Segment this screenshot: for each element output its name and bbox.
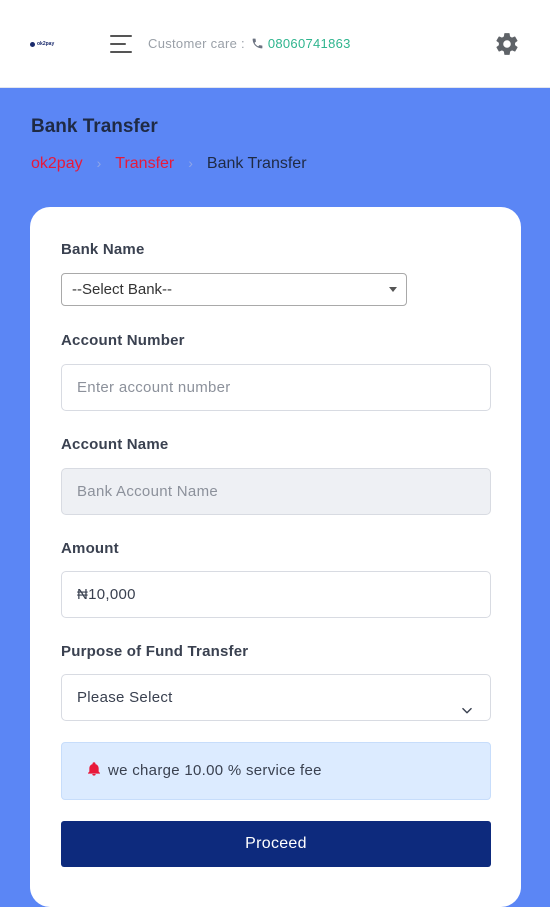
customer-care: Customer care : 08060741863	[148, 36, 351, 53]
breadcrumb-home[interactable]: ok2pay	[31, 155, 83, 172]
bell-icon	[86, 745, 102, 801]
breadcrumb: ok2pay › Transfer › Bank Transfer	[31, 155, 307, 173]
account-number-label: Account Number	[61, 332, 185, 349]
breadcrumb-separator: ›	[96, 155, 102, 171]
customer-care-phone[interactable]: 08060741863	[268, 36, 351, 51]
phone-icon	[251, 37, 264, 53]
account-name-label: Account Name	[61, 436, 169, 453]
logo-text: ok2pay	[37, 41, 55, 47]
hamburger-menu-icon[interactable]	[110, 33, 132, 55]
bank-select-value: --Select Bank--	[72, 281, 173, 298]
purpose-label: Purpose of Fund Transfer	[61, 643, 249, 660]
breadcrumb-current: Bank Transfer	[206, 155, 307, 172]
customer-care-label: Customer care :	[148, 36, 245, 51]
purpose-select[interactable]: Please Select	[61, 674, 491, 721]
bank-select[interactable]: --Select Bank--	[61, 273, 407, 306]
caret-down-icon	[389, 287, 397, 292]
amount-label: Amount	[61, 540, 119, 557]
purpose-select-value: Please Select	[77, 689, 173, 706]
transfer-form-card: Bank Name --Select Bank-- Account Number…	[30, 207, 521, 907]
chevron-down-icon	[460, 691, 474, 736]
account-name-field	[61, 468, 491, 515]
gear-icon[interactable]	[494, 31, 520, 57]
service-fee-notice: we charge 10.00 % service fee	[61, 742, 491, 800]
breadcrumb-transfer[interactable]: Transfer	[115, 155, 174, 172]
amount-input[interactable]	[61, 571, 491, 618]
account-number-input[interactable]	[61, 364, 491, 411]
top-header: ok2pay Customer care : 08060741863	[0, 0, 550, 88]
breadcrumb-separator: ›	[188, 155, 193, 171]
service-fee-text: we charge 10.00 % service fee	[108, 762, 322, 779]
page-title: Bank Transfer	[31, 116, 158, 137]
logo-mark	[30, 41, 35, 47]
proceed-button[interactable]: Proceed	[61, 821, 491, 867]
app-logo[interactable]: ok2pay	[30, 39, 56, 49]
bank-name-label: Bank Name	[61, 241, 145, 258]
